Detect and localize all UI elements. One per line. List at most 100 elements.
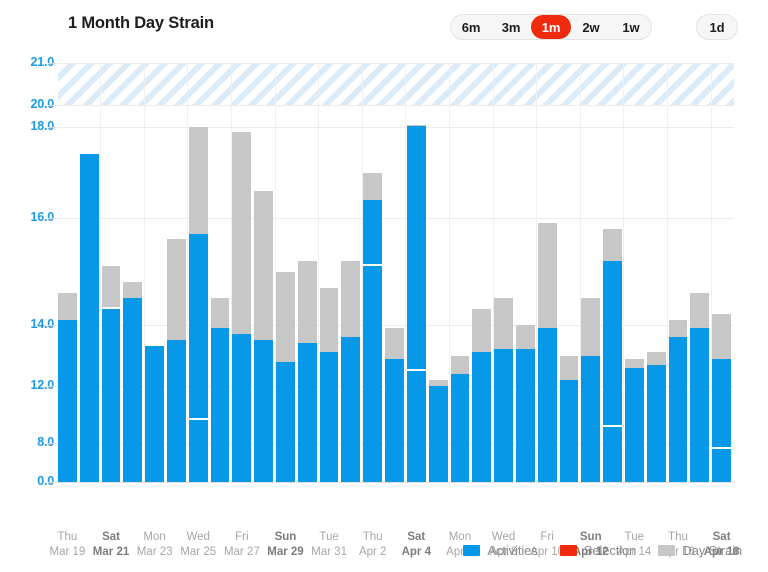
range-selector-primary[interactable]: 6m 3m 1m 2w 1w bbox=[450, 14, 652, 40]
bar-mar-25[interactable] bbox=[188, 127, 208, 482]
bar-apr-2[interactable] bbox=[363, 172, 383, 482]
bar-segment-activities bbox=[559, 379, 579, 482]
bar-apr-8[interactable] bbox=[494, 298, 513, 482]
range-selector-secondary[interactable]: 1d bbox=[696, 14, 738, 40]
x-axis-label-weekday: Sun bbox=[274, 531, 297, 543]
bar-segment-activities bbox=[276, 361, 295, 482]
bar-mar-27[interactable] bbox=[232, 131, 252, 482]
page-title: 1 Month Day Strain bbox=[68, 14, 214, 32]
bar-apr-13[interactable] bbox=[603, 228, 622, 482]
gridline-20.0 bbox=[58, 105, 734, 106]
y-axis-tick-label: 21.0 bbox=[30, 55, 54, 69]
bar-segment-activities bbox=[537, 328, 557, 482]
legend-item-day-strain[interactable]: Day Strain bbox=[658, 543, 742, 558]
x-axis-label-date: Mar 19 bbox=[49, 546, 86, 558]
bar-segment-divider bbox=[101, 306, 121, 309]
bar-segment-activities bbox=[101, 308, 121, 482]
bar-apr-10[interactable] bbox=[537, 223, 557, 482]
bar-segment-activities bbox=[145, 346, 165, 482]
bar-segment-divider bbox=[406, 368, 426, 371]
x-axis-label-weekday: Tue bbox=[319, 531, 339, 543]
bar-apr-16[interactable] bbox=[668, 319, 688, 482]
x-axis-label-apr-2: Thu Apr 2 bbox=[359, 530, 387, 560]
legend-item-activities[interactable]: Activities bbox=[463, 543, 538, 558]
x-axis-label-weekday: Mon bbox=[143, 531, 166, 543]
bar-segment-activities bbox=[494, 349, 513, 482]
range-button-1d[interactable]: 1d bbox=[697, 15, 737, 39]
bar-apr-11[interactable] bbox=[559, 355, 579, 482]
bar-apr-18[interactable] bbox=[712, 314, 731, 482]
y-axis-tick-mark bbox=[48, 63, 57, 64]
y-axis-tick-mark bbox=[48, 105, 57, 106]
bar-apr-4[interactable] bbox=[406, 124, 426, 482]
range-button-1m[interactable]: 1m bbox=[531, 15, 571, 39]
bar-mar-31[interactable] bbox=[319, 287, 339, 482]
legend-label-day-strain: Day Strain bbox=[682, 543, 742, 558]
bar-segment-activities bbox=[624, 367, 644, 482]
x-axis-label-mar-19: Thu Mar 19 bbox=[49, 530, 85, 560]
range-button-2w[interactable]: 2w bbox=[571, 15, 611, 39]
y-axis-tick-label: 12.0 bbox=[30, 378, 54, 392]
bar-mar-26[interactable] bbox=[210, 298, 230, 482]
legend-swatch-day-strain bbox=[658, 545, 676, 556]
x-axis-label-date: Mar 31 bbox=[311, 546, 347, 558]
bar-mar-24[interactable] bbox=[167, 239, 186, 482]
range-button-3m[interactable]: 3m bbox=[491, 15, 531, 39]
bar-segment-activities bbox=[472, 352, 492, 482]
x-axis-label-weekday: Thu bbox=[57, 531, 78, 543]
bar-mar-20[interactable] bbox=[79, 154, 99, 482]
bar-mar-28[interactable] bbox=[254, 190, 274, 482]
bar-mar-29[interactable] bbox=[276, 271, 295, 482]
bar-segment-activities bbox=[58, 319, 77, 482]
x-axis-label-date: Mar 23 bbox=[136, 546, 173, 558]
x-axis-label-date: Mar 21 bbox=[92, 546, 130, 558]
range-button-6m[interactable]: 6m bbox=[451, 15, 491, 39]
bar-mar-23[interactable] bbox=[145, 346, 165, 482]
x-axis-label-weekday: Sat bbox=[407, 531, 426, 543]
bar-apr-1[interactable] bbox=[341, 260, 361, 482]
bar-segment-divider bbox=[188, 418, 208, 421]
range-button-1w[interactable]: 1w bbox=[611, 15, 651, 39]
bar-apr-9[interactable] bbox=[515, 325, 535, 482]
y-axis-tick-label: 20.0 bbox=[30, 97, 54, 111]
bar-segment-activities bbox=[515, 349, 535, 482]
bar-apr-17[interactable] bbox=[690, 292, 710, 482]
legend-item-selection[interactable]: Selection bbox=[559, 543, 637, 558]
bar-segment-activities bbox=[254, 340, 274, 482]
bar-segment-activities bbox=[428, 386, 448, 482]
x-axis-label-date: Apr 2 bbox=[358, 546, 387, 558]
bar-segment-activities bbox=[668, 337, 688, 482]
x-axis-label-weekday: Fri bbox=[235, 531, 249, 543]
bar-apr-7[interactable] bbox=[472, 308, 492, 482]
legend-label-selection: Selection bbox=[583, 543, 637, 558]
bar-mar-30[interactable] bbox=[297, 260, 317, 482]
x-axis-label-date: Apr 4 bbox=[401, 546, 431, 558]
y-axis-tick-label: 14.0 bbox=[30, 317, 54, 331]
x-axis-label-mar-25: Wed Mar 25 bbox=[180, 530, 216, 560]
x-axis-label-weekday: Wed bbox=[186, 531, 210, 543]
bar-apr-12[interactable] bbox=[581, 298, 601, 482]
bar-segment-activities bbox=[690, 328, 710, 482]
bar-apr-5[interactable] bbox=[428, 379, 448, 482]
bar-segment-activities bbox=[188, 234, 208, 482]
bar-apr-15[interactable] bbox=[646, 352, 666, 482]
bar-apr-6[interactable] bbox=[450, 355, 470, 482]
y-axis-tick-mark bbox=[48, 386, 57, 387]
bar-mar-22[interactable] bbox=[123, 282, 143, 482]
x-axis-label-mar-31: Tue Mar 31 bbox=[311, 530, 347, 560]
bar-segment-activities bbox=[581, 355, 601, 482]
legend-label-activities: Activities bbox=[487, 543, 538, 558]
bar-mar-21[interactable] bbox=[101, 266, 121, 482]
bar-segment-activities bbox=[363, 199, 383, 482]
bar-segment-divider bbox=[603, 425, 622, 428]
x-axis-label-weekday: Sat bbox=[102, 531, 120, 543]
y-axis-tick-label: 18.0 bbox=[30, 119, 54, 133]
bars-canvas[interactable] bbox=[58, 63, 734, 483]
bar-apr-14[interactable] bbox=[624, 358, 644, 482]
bar-mar-19[interactable] bbox=[58, 292, 77, 482]
bar-segment-activities bbox=[123, 298, 143, 482]
bar-apr-3[interactable] bbox=[385, 328, 404, 482]
gridline-18.0 bbox=[58, 127, 734, 128]
bar-segment-activities bbox=[319, 352, 339, 482]
x-axis-label-mar-21: Sat Mar 21 bbox=[93, 530, 129, 560]
